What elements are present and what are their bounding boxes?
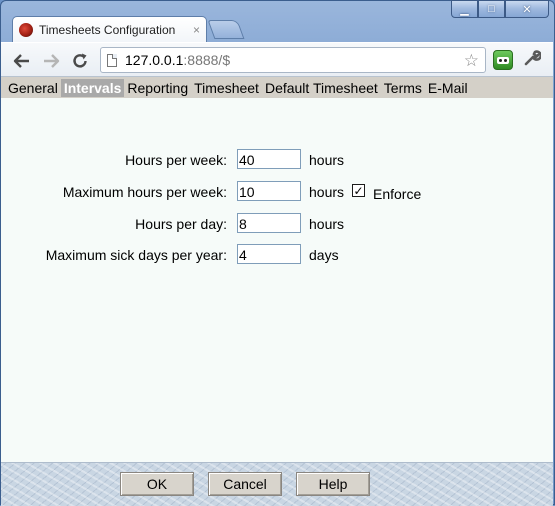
hours-per-day-row: Hours per day: hours [1,213,553,235]
menu-reporting[interactable]: Reporting [124,79,191,97]
browser-toolbar: 127.0.0.1:8888/$ ☆ [1,42,553,76]
address-bar[interactable]: 127.0.0.1:8888/$ ☆ [100,47,486,73]
browser-tab[interactable]: Timesheets Configuration × [12,16,207,42]
wrench-icon[interactable] [523,49,543,72]
max-sick-days-label: Maximum sick days per year: [45,247,227,263]
bookmark-star-icon[interactable]: ☆ [464,51,479,71]
max-hours-per-week-label: Maximum hours per week: [62,184,227,200]
tab-title: Timesheets Configuration [39,22,176,37]
url-path: :8888/$ [183,52,231,68]
menu-email[interactable]: E-Mail [425,79,471,97]
hours-per-day-input[interactable] [237,213,301,233]
hours-per-day-unit: hours [309,216,345,232]
max-sick-days-row: Maximum sick days per year: days [1,244,553,266]
page-content: General Intervals Reporting Timesheet De… [1,76,553,506]
enforce-label: Enforce [373,186,422,202]
hours-per-week-label: Hours per week: [125,152,227,168]
max-hours-per-week-input[interactable] [237,181,301,201]
hours-per-week-unit: hours [309,152,345,168]
ok-button[interactable]: OK [120,472,194,496]
help-button[interactable]: Help [296,472,370,496]
enforce-checkbox[interactable]: ✓ [352,184,365,197]
menu-general[interactable]: General [5,79,61,97]
max-hours-per-week-unit: hours [309,184,345,200]
button-bar: OK Cancel Help [1,462,553,506]
menu-intervals[interactable]: Intervals [60,78,125,97]
forward-arrow-icon[interactable] [40,50,62,72]
url-host: 127.0.0.1 [125,52,184,68]
minimize-button[interactable]: ▁ [451,0,478,18]
menu-terms[interactable]: Terms [381,79,425,97]
config-menubar: General Intervals Reporting Timesheet De… [5,77,471,98]
close-window-button[interactable]: ✕ [505,0,549,18]
tab-close-icon[interactable]: × [193,23,200,37]
menu-default-timesheet[interactable]: Default Timesheet [262,79,381,97]
favicon-icon [19,22,33,37]
cancel-button[interactable]: Cancel [208,472,282,496]
max-sick-days-unit: days [309,247,339,263]
menu-timesheet[interactable]: Timesheet [191,79,262,97]
reload-icon[interactable] [69,50,91,72]
hours-per-week-row: Hours per week: hours [1,149,553,171]
back-arrow-icon[interactable] [11,50,33,72]
window-controls: ▁ □ ✕ [451,0,549,18]
max-sick-days-input[interactable] [237,244,301,264]
hours-per-day-label: Hours per day: [135,216,227,232]
robot-extension-icon[interactable] [493,50,513,70]
max-hours-per-week-row: Maximum hours per week: hours ✓ Enforce [1,181,553,203]
hours-per-week-input[interactable] [237,149,301,169]
maximize-button[interactable]: □ [478,0,505,18]
page-icon [107,53,117,67]
